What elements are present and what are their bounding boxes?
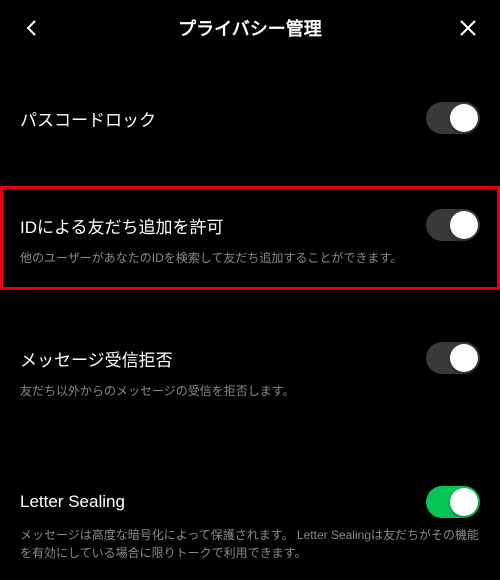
letter-sealing-section: Letter Sealing メッセージは高度な暗号化によって保護されます。 L… bbox=[0, 468, 500, 580]
letter-sealing-description: メッセージは高度な暗号化によって保護されます。 Letter Sealingは友… bbox=[20, 526, 480, 562]
passcode-toggle[interactable] bbox=[426, 102, 480, 134]
passcode-label: パスコードロック bbox=[20, 106, 156, 131]
spacer bbox=[0, 56, 500, 84]
passcode-row: パスコードロック bbox=[20, 102, 480, 134]
page-title: プライバシー管理 bbox=[48, 15, 452, 41]
toggle-knob bbox=[450, 211, 478, 239]
toggle-knob bbox=[450, 104, 478, 132]
toggle-knob bbox=[450, 344, 478, 372]
back-button[interactable] bbox=[16, 12, 48, 44]
message-reject-toggle[interactable] bbox=[426, 342, 480, 374]
id-add-row: IDによる友だち追加を許可 bbox=[20, 209, 480, 241]
chevron-left-icon bbox=[23, 19, 41, 37]
id-add-section: IDによる友だち追加を許可 他のユーザーがあなたのIDを検索して友だち追加するこ… bbox=[0, 186, 500, 290]
close-button[interactable] bbox=[452, 12, 484, 44]
header: プライバシー管理 bbox=[0, 0, 500, 56]
message-reject-label: メッセージ受信拒否 bbox=[20, 346, 173, 371]
id-add-toggle[interactable] bbox=[426, 209, 480, 241]
spacer bbox=[0, 152, 500, 186]
id-add-description: 他のユーザーがあなたのIDを検索して友だち追加することができます。 bbox=[20, 249, 480, 267]
message-reject-description: 友だち以外からのメッセージの受信を拒否します。 bbox=[20, 382, 480, 400]
letter-sealing-toggle[interactable] bbox=[426, 486, 480, 518]
spacer bbox=[0, 418, 500, 468]
passcode-section: パスコードロック bbox=[0, 84, 500, 152]
id-add-label: IDによる友だち追加を許可 bbox=[20, 213, 224, 238]
spacer bbox=[0, 290, 500, 324]
message-reject-section: メッセージ受信拒否 友だち以外からのメッセージの受信を拒否します。 bbox=[0, 324, 500, 418]
toggle-knob bbox=[450, 488, 478, 516]
letter-sealing-label: Letter Sealing bbox=[20, 492, 125, 512]
close-icon bbox=[458, 18, 478, 38]
message-reject-row: メッセージ受信拒否 bbox=[20, 342, 480, 374]
letter-sealing-row: Letter Sealing bbox=[20, 486, 480, 518]
